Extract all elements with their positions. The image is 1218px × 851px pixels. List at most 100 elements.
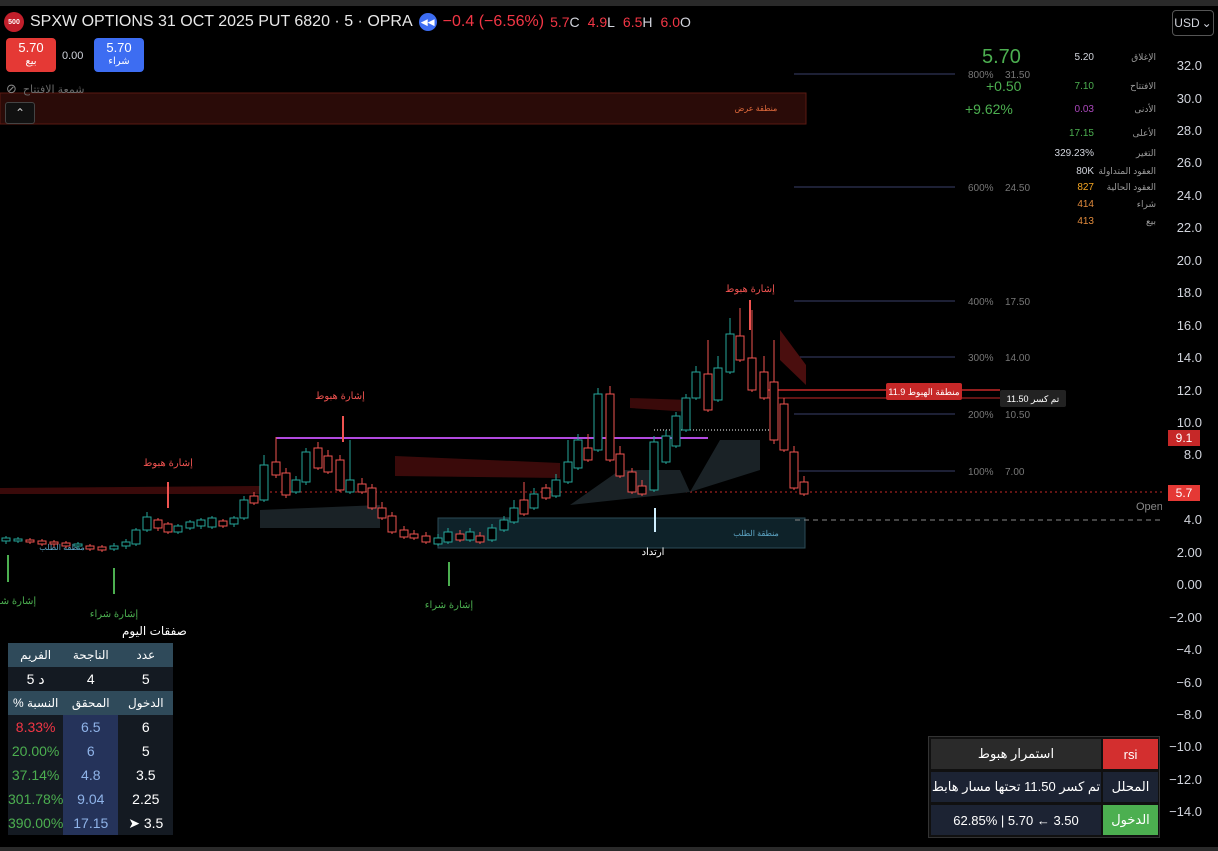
supply-zone xyxy=(0,92,807,125)
candle-body xyxy=(487,527,497,541)
candle-body xyxy=(109,545,119,550)
collapse-button[interactable]: ⌃ xyxy=(5,102,35,124)
candle-body xyxy=(421,535,431,543)
info-value: 5.20 xyxy=(1074,52,1094,63)
candle-body xyxy=(153,519,163,529)
price-tick: 32.0 xyxy=(1176,58,1202,73)
deals-header: الدخول xyxy=(118,691,174,715)
price-tick: 24.0 xyxy=(1176,188,1202,203)
info-label: شراء xyxy=(1136,199,1156,209)
deals-cell: 5 xyxy=(118,739,174,763)
bear-zone-text: منطقة الهبوط 11.9 xyxy=(888,387,959,398)
candle-body xyxy=(196,519,206,527)
info-row: 827 العقود الحالية xyxy=(1046,182,1156,196)
candle-body xyxy=(207,517,217,528)
break-tag-text: تم كسر 11.50 xyxy=(1007,394,1060,405)
price-tick: 16.0 xyxy=(1176,318,1202,333)
candle-body xyxy=(335,459,345,491)
candle-body xyxy=(73,543,83,547)
bounce-label: ارتداد xyxy=(642,547,665,558)
analysis-text: تم كسر 11.50 تحتها مسار هابط xyxy=(931,772,1101,802)
fib-pct: 200% xyxy=(968,410,994,421)
deals-header: عدد xyxy=(118,643,174,667)
price-tick: 20.0 xyxy=(1176,253,1202,268)
price-tick: −14.0 xyxy=(1169,804,1202,819)
candle-body xyxy=(163,523,173,533)
indicator-badge[interactable]: rsi xyxy=(1103,739,1158,769)
info-value: 0.03 xyxy=(1074,104,1094,115)
info-value: 827 xyxy=(1077,182,1094,193)
deals-cell: 6 xyxy=(63,739,119,763)
buy-button[interactable]: 5.70 شراء xyxy=(94,38,144,72)
price-axis[interactable]: 9.1 5.7 32.0 30.0 28.0 26.0 24.0 22.0 20.0 18.0… xyxy=(1162,0,1218,851)
info-label: بيع xyxy=(1145,216,1156,226)
price-tick: 28.0 xyxy=(1176,123,1202,138)
fib-price: 24.50 xyxy=(1005,183,1030,194)
candle-body xyxy=(455,533,465,541)
table-row: 301.78% 9.04 2.25 xyxy=(8,787,174,811)
symbol-title[interactable]: SPXW OPTIONS 31 OCT 2025 PUT 6820 · 5 · … xyxy=(30,13,413,31)
info-row: 80K العقود المتداولة xyxy=(1046,166,1156,180)
deals-table: الفريم الناجحة عدد 5 د 4 5 % النسبة المح… xyxy=(8,643,174,835)
candle-body xyxy=(49,541,59,545)
price-tick: 14.0 xyxy=(1176,350,1202,365)
info-row: 0.03 الأدنى xyxy=(1046,104,1156,118)
candle-body xyxy=(291,479,301,493)
deals-cell: 301.78% xyxy=(8,787,64,811)
candle-body xyxy=(301,451,311,483)
candle-body xyxy=(529,493,539,509)
candle-body xyxy=(377,507,387,519)
candle-body xyxy=(229,517,239,525)
info-label: العقود الحالية xyxy=(1106,182,1156,192)
candle-body xyxy=(509,507,519,523)
price-change: −0.4 (−6.56%) xyxy=(442,13,545,30)
open-candle-indicator[interactable]: ⊘ شمعة الافتتاح xyxy=(6,81,84,97)
candle-body xyxy=(249,495,259,504)
candle-body xyxy=(218,520,228,527)
candle-body xyxy=(551,479,561,497)
candle-body xyxy=(185,521,195,529)
big-price: 5.70 xyxy=(982,46,1021,68)
price-tick: 22.0 xyxy=(1176,220,1202,235)
candle-body xyxy=(387,515,397,533)
info-row: 413 بيع xyxy=(1046,216,1156,230)
price-tick: −8.0 xyxy=(1176,707,1202,722)
demand-zone-label: منطقة الطلب xyxy=(733,529,779,538)
deals-cell: 8.33% xyxy=(8,715,64,739)
buy-signal-label: إشارة شراء xyxy=(0,596,36,607)
candle-body xyxy=(573,439,583,469)
fib-pct: 400% xyxy=(968,297,994,308)
deals-cell: ➤ 3.5 xyxy=(118,811,174,835)
sell-signal-label: إشارة هبوط xyxy=(143,458,193,469)
price-badge-last: 5.7 xyxy=(1168,485,1200,501)
info-row: 17.15 الأعلى xyxy=(1046,128,1156,142)
candle-body xyxy=(121,541,131,547)
deals-cell: 3.5 xyxy=(118,763,174,787)
signal-dashboard: استمرار هبوط rsi تم كسر 11.50 تحتها مسار… xyxy=(928,736,1160,838)
price-badge-high: 9.1 xyxy=(1168,430,1200,446)
price-chart[interactable]: منطقة عرضمنطقة الطلبمنطقة الطلب800% 31.50… xyxy=(0,0,1162,851)
candle-body xyxy=(563,461,573,483)
chevron-up-icon: ⌃ xyxy=(14,106,26,120)
deals-header: الفريم xyxy=(8,643,64,667)
candle-body xyxy=(779,403,789,451)
fib-pct: 300% xyxy=(968,353,994,364)
candle-body xyxy=(173,525,183,533)
price-tick: −12.0 xyxy=(1169,772,1202,787)
info-label: الإغلاق xyxy=(1131,52,1156,62)
deals-cell: 20.00% xyxy=(8,739,64,763)
entry-label[interactable]: الدخول xyxy=(1103,805,1158,835)
candle-body xyxy=(85,545,95,550)
fib-price: 17.50 xyxy=(1005,297,1030,308)
eye-off-icon[interactable]: ⊘ xyxy=(6,81,17,97)
sell-button[interactable]: 5.70 بيع xyxy=(6,38,56,72)
info-label: العقود المتداولة xyxy=(1098,166,1156,176)
candle-body xyxy=(259,464,269,501)
candle-body xyxy=(627,471,637,493)
fib-price: 7.00 xyxy=(1005,467,1025,478)
replay-icon[interactable]: ◀◀ xyxy=(418,13,437,31)
price-tick: 2.00 xyxy=(1176,545,1202,560)
symbol-header: 500 SPXW OPTIONS 31 OCT 2025 PUT 6820 · … xyxy=(4,10,691,34)
candle-body xyxy=(281,472,291,496)
supply-zone-label: منطقة عرض xyxy=(735,104,778,113)
